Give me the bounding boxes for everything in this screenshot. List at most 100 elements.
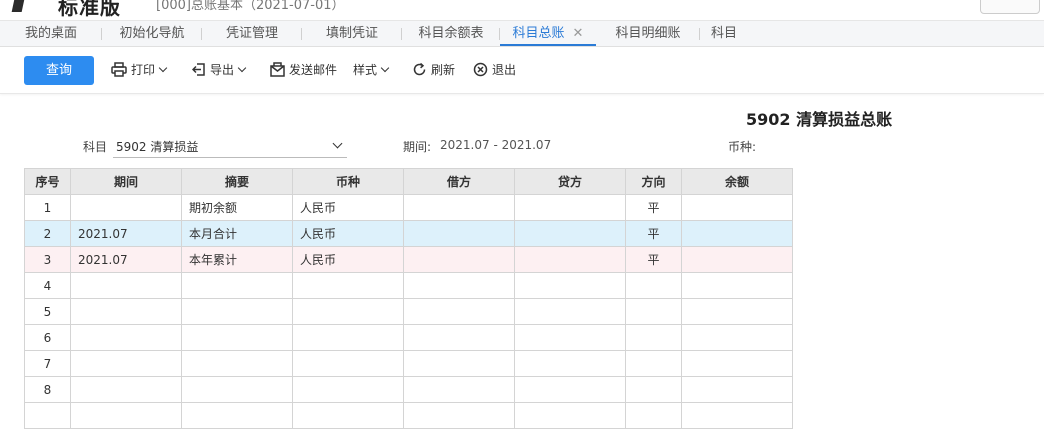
cell-summary — [181, 272, 293, 299]
cell-period — [70, 376, 182, 403]
cell-seq: 1 — [24, 194, 71, 221]
export-button[interactable]: 导出 — [191, 47, 247, 93]
cell-credit — [514, 298, 626, 325]
cell-debit — [403, 402, 515, 429]
refresh-button[interactable]: 刷新 — [412, 47, 455, 93]
send-mail-button[interactable]: 发送邮件 — [270, 47, 337, 93]
cell-direction: 平 — [625, 194, 682, 221]
table-row[interactable]: 8 — [24, 376, 793, 403]
table-row[interactable]: 4 — [24, 272, 793, 299]
cell-summary — [181, 298, 293, 325]
cell-credit — [514, 350, 626, 377]
cell-debit — [403, 220, 515, 247]
cell-direction: 平 — [625, 246, 682, 273]
cell-direction — [625, 402, 682, 429]
app-logo — [11, 0, 27, 12]
cell-debit — [403, 272, 515, 299]
mail-icon — [270, 62, 285, 77]
cell-summary: 期初余额 — [181, 194, 293, 221]
subject-label: 科目 — [83, 140, 108, 154]
table-row[interactable]: 3 2021.07 本年累计 人民币 平 — [24, 246, 793, 273]
cell-direction — [625, 298, 682, 325]
query-button[interactable]: 查询 — [24, 56, 94, 85]
column-header[interactable]: 方向 — [625, 168, 682, 195]
printer-icon — [111, 62, 127, 77]
cell-summary — [181, 350, 293, 377]
table-row[interactable]: 7 — [24, 350, 793, 377]
cell-period — [70, 194, 182, 221]
cell-period — [70, 324, 182, 351]
cell-credit — [514, 194, 626, 221]
cell-summary: 本月合计 — [181, 220, 293, 247]
cell-debit — [403, 324, 515, 351]
tab-fill-voucher[interactable]: 填制凭证 — [302, 21, 402, 46]
table-row[interactable]: 5 — [24, 298, 793, 325]
cell-period — [70, 350, 182, 377]
cell-seq: 4 — [24, 272, 71, 299]
tab-label: 我的桌面 — [24, 26, 77, 41]
tab-init-nav[interactable]: 初始化导航 — [102, 21, 202, 46]
exit-label: 退出 — [492, 63, 517, 77]
cell-period: 2021.07 — [70, 246, 182, 273]
cell-seq: 8 — [24, 376, 71, 403]
tab-bar: 我的桌面 初始化导航 凭证管理 填制凭证 科目余额表 科目总账 ✕ 科目明细账 科… — [0, 21, 1044, 47]
column-header[interactable]: 币种 — [292, 168, 404, 195]
cell-currency: 人民币 — [292, 220, 404, 247]
table-row[interactable]: 1 期初余额 人民币 平 — [24, 194, 793, 221]
exit-button[interactable]: 退出 — [473, 47, 516, 93]
cell-currency — [292, 376, 404, 403]
table-row[interactable]: 6 — [24, 324, 793, 351]
print-button[interactable]: 打印 — [111, 47, 168, 93]
table-row[interactable] — [24, 402, 793, 429]
cell-period — [70, 272, 182, 299]
period-value: 2021.07 - 2021.07 — [440, 138, 552, 152]
header-button[interactable] — [980, 0, 1040, 14]
toolbar: 查询 打印 导出 发送邮件 样式 刷新 退出 — [0, 47, 1044, 94]
cell-seq: 7 — [24, 350, 71, 377]
cell-summary — [181, 376, 293, 403]
company-info: [000]总账基本（2021-07-01） — [156, 0, 345, 13]
tab-label: 科目总账 — [512, 26, 565, 41]
tab-general-ledger[interactable]: 科目总账 ✕ — [500, 21, 596, 46]
column-header[interactable]: 期间 — [70, 168, 182, 195]
cell-balance — [681, 246, 793, 273]
cell-balance — [681, 272, 793, 299]
report-title: 5902 清算损益总账 — [746, 110, 893, 129]
cell-direction — [625, 324, 682, 351]
column-header[interactable]: 贷方 — [514, 168, 626, 195]
cell-direction: 平 — [625, 220, 682, 247]
tab-detail-ledger[interactable]: 科目明细账 — [596, 21, 700, 46]
tab-my-desktop[interactable]: 我的桌面 — [0, 21, 102, 46]
tab-subject[interactable]: 科目 — [700, 21, 748, 46]
cell-summary: 本年累计 — [181, 246, 293, 273]
tab-voucher-mgmt[interactable]: 凭证管理 — [202, 21, 302, 46]
cell-debit — [403, 376, 515, 403]
cell-period: 2021.07 — [70, 220, 182, 247]
currency-label: 币种: — [728, 140, 757, 154]
chevron-down-icon — [237, 63, 247, 73]
tab-label: 科目余额表 — [418, 26, 484, 41]
column-header[interactable]: 余额 — [681, 168, 793, 195]
column-header[interactable]: 摘要 — [181, 168, 293, 195]
cell-balance — [681, 298, 793, 325]
cell-seq: 6 — [24, 324, 71, 351]
tab-balance-sheet[interactable]: 科目余额表 — [402, 21, 500, 46]
cell-credit — [514, 402, 626, 429]
style-button[interactable]: 样式 — [353, 47, 390, 93]
cell-credit — [514, 246, 626, 273]
tab-label: 科目明细账 — [615, 26, 681, 41]
close-icon[interactable]: ✕ — [573, 26, 584, 41]
cell-debit — [403, 246, 515, 273]
tab-label: 凭证管理 — [225, 26, 278, 41]
column-header[interactable]: 借方 — [403, 168, 515, 195]
table-row[interactable]: 2 2021.07 本月合计 人民币 平 — [24, 220, 793, 247]
cell-debit — [403, 194, 515, 221]
refresh-label: 刷新 — [431, 63, 456, 77]
print-label: 打印 — [131, 63, 156, 77]
subject-select[interactable]: 5902 清算损益 — [113, 135, 347, 158]
column-header[interactable]: 序号 — [24, 168, 71, 195]
ledger-table: 序号 期间 摘要 币种 借方 贷方 方向 余额 1 期初余额 人民币 平 2 2… — [24, 168, 793, 429]
tab-label: 初始化导航 — [119, 26, 185, 41]
tab-active-indicator — [500, 44, 596, 46]
cell-credit — [514, 376, 626, 403]
